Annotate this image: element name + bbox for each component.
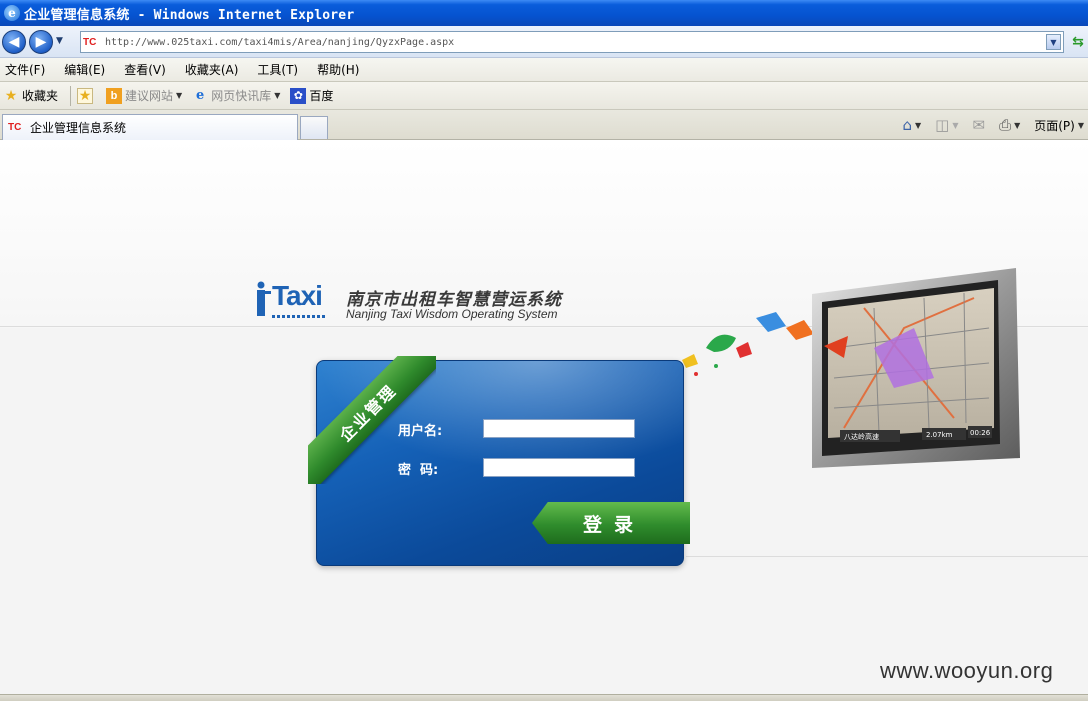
chevron-down-icon: ▼ [176,91,183,100]
suggested-sites-label: 建议网站 [125,89,174,103]
system-name-en: Nanjing Taxi Wisdom Operating System [346,307,558,321]
suggested-sites-link[interactable]: b 建议网站 ▼ [106,87,182,104]
home-icon: ⌂ [902,116,912,134]
status-bar [0,694,1088,701]
ie-logo-icon: e [4,5,20,21]
username-label: 用户名: [398,424,443,439]
printer-icon: ⎙ [999,116,1012,134]
address-dropdown-icon[interactable]: ▼ [1046,34,1061,50]
menu-view[interactable]: 查看(V) [124,61,166,78]
mail-icon: ✉ [972,116,986,134]
menu-bar: 文件(F) 编辑(E) 查看(V) 收藏夹(A) 工具(T) 帮助(H) [0,58,1088,82]
watermark: www.wooyun.org [880,658,1054,683]
address-toolbar: ◀ ▶ ▼ TC http://www.025taxi.com/taxi4mis… [0,26,1088,58]
gps-street-text: 八达岭高速 [844,432,879,441]
bing-icon: b [106,87,123,104]
feeds-button[interactable]: ◫ ▼ [935,116,958,134]
favorites-button[interactable]: ★ 收藏夹 [3,87,58,104]
tab-active[interactable]: TC 企业管理信息系统 [2,114,298,140]
site-favicon-icon: TC [83,36,97,48]
divider-line [686,556,1088,557]
refresh-go-icon[interactable]: ⇆ [1068,32,1088,52]
gps-distance-text: 2.07km [926,431,953,439]
password-label: 密 码: [398,463,439,478]
url-text[interactable]: http://www.025taxi.com/taxi4mis/Area/nan… [105,37,454,48]
star-icon: ★ [4,87,18,104]
login-button-label: 登录 [582,513,645,536]
chevron-down-icon: ▼ [952,120,959,130]
gps-time-text: 00:26 [970,429,991,437]
toolbar-divider [70,85,72,106]
command-bar: ⌂ ▼ ◫ ▼ ✉ ⎙ ▼ 页面(P) ▼ [888,115,1084,135]
gps-navigator-image: 八达岭高速 2.07km 00:26 [812,268,1020,468]
print-button[interactable]: ⎙ ▼ [999,116,1020,134]
menu-favorites[interactable]: 收藏夹(A) [185,61,239,78]
ribbon-text: 企业管理 [335,380,401,446]
new-tab-button[interactable] [300,116,328,139]
logo-text: Taxi [272,280,323,311]
tab-bar: TC 企业管理信息系统 ⌂ ▼ ◫ ▼ ✉ ⎙ ▼ 页面(P) ▼ [0,110,1088,140]
chevron-down-icon: ▼ [1014,120,1021,130]
baidu-link[interactable]: ✿ 百度 [290,87,333,104]
page-menu-button[interactable]: 页面(P) ▼ [1034,117,1084,134]
menu-edit[interactable]: 编辑(E) [64,61,105,78]
baidu-label: 百度 [309,89,334,103]
chevron-down-icon: ▼ [274,91,281,100]
web-slices-link[interactable]: e 网页快讯库 ▼ [192,87,280,104]
menu-help[interactable]: 帮助(H) [317,61,359,78]
taxi-person-icon [257,281,271,316]
menu-tools[interactable]: 工具(T) [257,61,298,78]
address-input[interactable]: TC http://www.025taxi.com/taxi4mis/Area/… [80,31,1064,53]
chevron-down-icon: ▼ [1077,120,1084,130]
username-input[interactable] [483,419,635,438]
baidu-paw-icon: ✿ [290,87,307,104]
system-logo: Taxi 南京市出租车智慧营运系统 Nanjing Taxi Wisdom Op… [254,280,584,326]
site-favicon-icon: TC [8,122,22,133]
rss-feed-icon: ◫ [935,116,950,134]
forward-button[interactable]: ▶ [29,30,53,54]
add-favorite-button[interactable]: ★ [77,87,96,104]
chevron-down-icon: ▼ [914,120,922,130]
tab-title: 企业管理信息系统 [30,121,127,135]
logo-dots [272,315,326,318]
ie-page-icon: e [196,88,205,103]
favorites-bar: ★ 收藏夹 ★ b 建议网站 ▼ e 网页快讯库 ▼ ✿ 百度 [0,82,1088,110]
home-button[interactable]: ⌂ ▼ [902,116,921,134]
add-to-favorites-icon: ★ [77,87,94,104]
menu-file[interactable]: 文件(F) [5,61,45,78]
window-title: 企业管理信息系统 - Windows Internet Explorer [24,7,355,23]
password-input[interactable] [483,458,635,477]
recent-pages-dropdown-icon[interactable]: ▼ [56,36,63,46]
login-button[interactable]: 登录 [532,502,690,544]
page-menu-label: 页面(P) [1034,118,1075,133]
back-button[interactable]: ◀ [2,30,26,54]
favorites-label: 收藏夹 [22,89,59,103]
web-slices-label: 网页快讯库 [211,89,272,103]
title-bar: e 企业管理信息系统 - Windows Internet Explorer [0,0,1088,26]
mail-button[interactable]: ✉ [972,116,985,134]
